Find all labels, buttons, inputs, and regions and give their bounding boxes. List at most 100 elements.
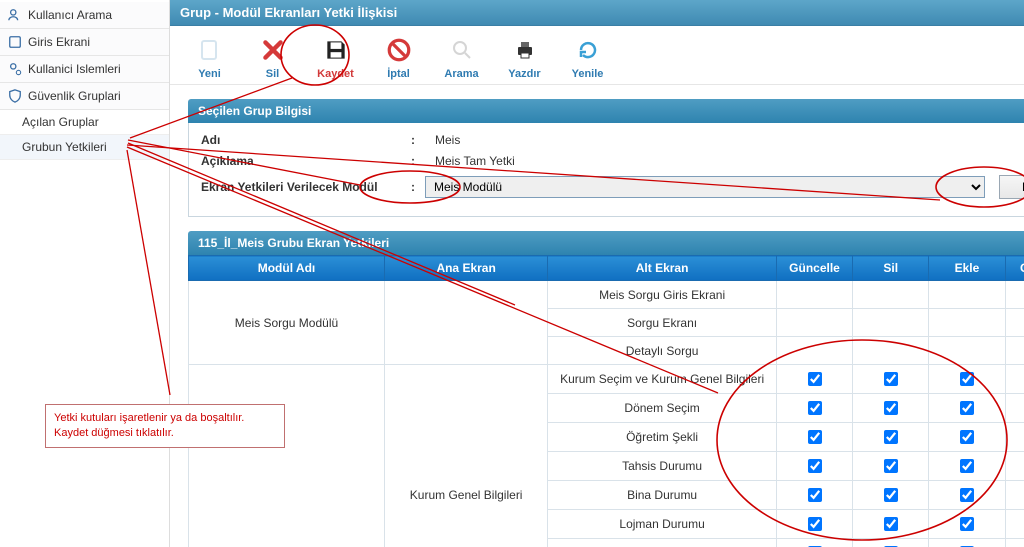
delete-icon <box>259 36 287 64</box>
perm-checkbox[interactable] <box>960 517 974 531</box>
perm-checkbox[interactable] <box>960 459 974 473</box>
sidebar-item-label: Kullanici Islemleri <box>28 62 121 76</box>
sidebar-item-login-screen[interactable]: Giris Ekrani <box>0 29 169 56</box>
cell-modul <box>189 365 385 547</box>
perm-checkbox[interactable] <box>960 488 974 502</box>
group-info-panel: Seçilen Grup Bilgisi Adı : Meis Açıklama… <box>188 99 1024 217</box>
perm-checkbox[interactable] <box>884 401 898 415</box>
table-row: Kurum Genel BilgileriKurum Seçim ve Kuru… <box>189 365 1024 394</box>
table-header: Modül Adı Ana Ekran Alt Ekran Güncelle S… <box>189 256 1024 281</box>
print-icon <box>511 36 539 64</box>
cell-g <box>776 452 852 481</box>
user-search-icon <box>8 8 22 22</box>
cell-s <box>853 365 929 394</box>
perm-checkbox[interactable] <box>808 459 822 473</box>
cell-g <box>776 309 852 337</box>
th-guncelle: Güncelle <box>776 256 852 281</box>
perm-checkbox[interactable] <box>808 488 822 502</box>
sidebar-item-user-ops[interactable]: Kullanici Islemleri <box>0 56 169 83</box>
th-view: Görüntüle <box>1005 256 1024 281</box>
button-label: Yazdır <box>508 68 540 80</box>
cell-alt: Tahsis Durumu <box>548 452 777 481</box>
cell-modul: Meis Sorgu Modülü <box>189 281 385 365</box>
sidebar-item-label: Giris Ekrani <box>28 35 90 49</box>
new-button[interactable]: Yeni <box>182 32 237 84</box>
cell-alt: Dönem Seçim <box>548 394 777 423</box>
th-sil: Sil <box>853 256 929 281</box>
refresh-icon <box>574 36 602 64</box>
sidebar-sub-group-perms[interactable]: Grubun Yetkileri <box>0 135 169 160</box>
cell-alt: Detaylı Sorgu <box>548 337 777 365</box>
cell-view <box>1005 281 1024 309</box>
cell-s <box>853 281 929 309</box>
cell-alt: Sorgu Ekranı <box>548 309 777 337</box>
delete-button[interactable]: Sil <box>245 32 300 84</box>
cell-view <box>1005 452 1024 481</box>
group-name-value: Meis <box>435 133 460 147</box>
group-desc-label: Açıklama <box>201 154 411 168</box>
perm-checkbox[interactable] <box>884 372 898 386</box>
button-label: Arama <box>444 68 478 80</box>
cell-e <box>929 365 1005 394</box>
perm-checkbox[interactable] <box>960 401 974 415</box>
cell-view <box>1005 309 1024 337</box>
cancel-button[interactable]: İptal <box>371 32 426 84</box>
save-icon <box>322 36 350 64</box>
perm-checkbox[interactable] <box>808 517 822 531</box>
perm-checkbox[interactable] <box>884 459 898 473</box>
th-mod: Modül Adı <box>189 256 385 281</box>
cell-g <box>776 394 852 423</box>
new-icon <box>196 36 224 64</box>
cell-alt: Kurum Seçim ve Kurum Genel Bilgileri <box>548 365 777 394</box>
button-label: Yeni <box>198 68 221 80</box>
group-desc-value: Meis Tam Yetki <box>435 154 515 168</box>
button-label: Sil <box>266 68 279 80</box>
button-label: Yenile <box>572 68 604 80</box>
cell-g <box>776 539 852 547</box>
permissions-table: Modül Adı Ana Ekran Alt Ekran Güncelle S… <box>188 255 1024 547</box>
main-area: Grup - Modül Ekranları Yetki İlişkisi Ye… <box>170 0 1024 547</box>
cell-e <box>929 510 1005 539</box>
search-button[interactable]: Arama <box>434 32 489 84</box>
perm-checkbox[interactable] <box>808 372 822 386</box>
cell-s <box>853 394 929 423</box>
cell-alt: Öğretim Şekli <box>548 423 777 452</box>
sidebar-item-security-groups[interactable]: Güvenlik Gruplari <box>0 83 169 110</box>
panel-title: Seçilen Grup Bilgisi <box>188 99 1024 123</box>
page-title: Grup - Modül Ekranları Yetki İlişkisi <box>170 0 1024 26</box>
cell-alt: Bina Kullanımı <box>548 539 777 547</box>
cell-ana: Kurum Genel Bilgileri <box>384 365 547 547</box>
perm-checkbox[interactable] <box>884 430 898 444</box>
table-row: Meis Sorgu ModülüMeis Sorgu Giris Ekrani <box>189 281 1024 309</box>
save-button[interactable]: Kaydet <box>308 32 363 84</box>
perm-checkbox[interactable] <box>884 517 898 531</box>
perm-checkbox[interactable] <box>960 430 974 444</box>
sidebar-item-label: Güvenlik Gruplari <box>28 89 121 103</box>
button-label: Kaydet <box>317 68 354 80</box>
perm-checkbox[interactable] <box>808 430 822 444</box>
cell-view <box>1005 365 1024 394</box>
cell-view <box>1005 337 1024 365</box>
module-select-label: Ekran Yetkileri Verilecek Modül <box>201 180 411 194</box>
group-name-label: Adı <box>201 133 411 147</box>
cell-view <box>1005 510 1024 539</box>
cell-g <box>776 423 852 452</box>
perm-checkbox[interactable] <box>808 401 822 415</box>
cell-g <box>776 510 852 539</box>
th-ana: Ana Ekran <box>384 256 547 281</box>
cell-view <box>1005 539 1024 547</box>
sidebar-sub-open-groups[interactable]: Açılan Gruplar <box>0 110 169 135</box>
cell-e <box>929 281 1005 309</box>
th-ekle: Ekle <box>929 256 1005 281</box>
sidebar-item-user-search[interactable]: Kullanıcı Arama <box>0 2 169 29</box>
sidebar: Kullanıcı Arama Giris Ekrani Kullanici I… <box>0 0 170 547</box>
refresh-button[interactable]: Yenile <box>560 32 615 84</box>
cell-s <box>853 337 929 365</box>
print-button[interactable]: Yazdır <box>497 32 552 84</box>
perm-checkbox[interactable] <box>884 488 898 502</box>
perm-checkbox[interactable] <box>960 372 974 386</box>
module-select[interactable]: Meis Modülü <box>425 176 985 198</box>
cell-s <box>853 510 929 539</box>
list-button[interactable]: Listele <box>999 175 1024 199</box>
cell-view <box>1005 394 1024 423</box>
